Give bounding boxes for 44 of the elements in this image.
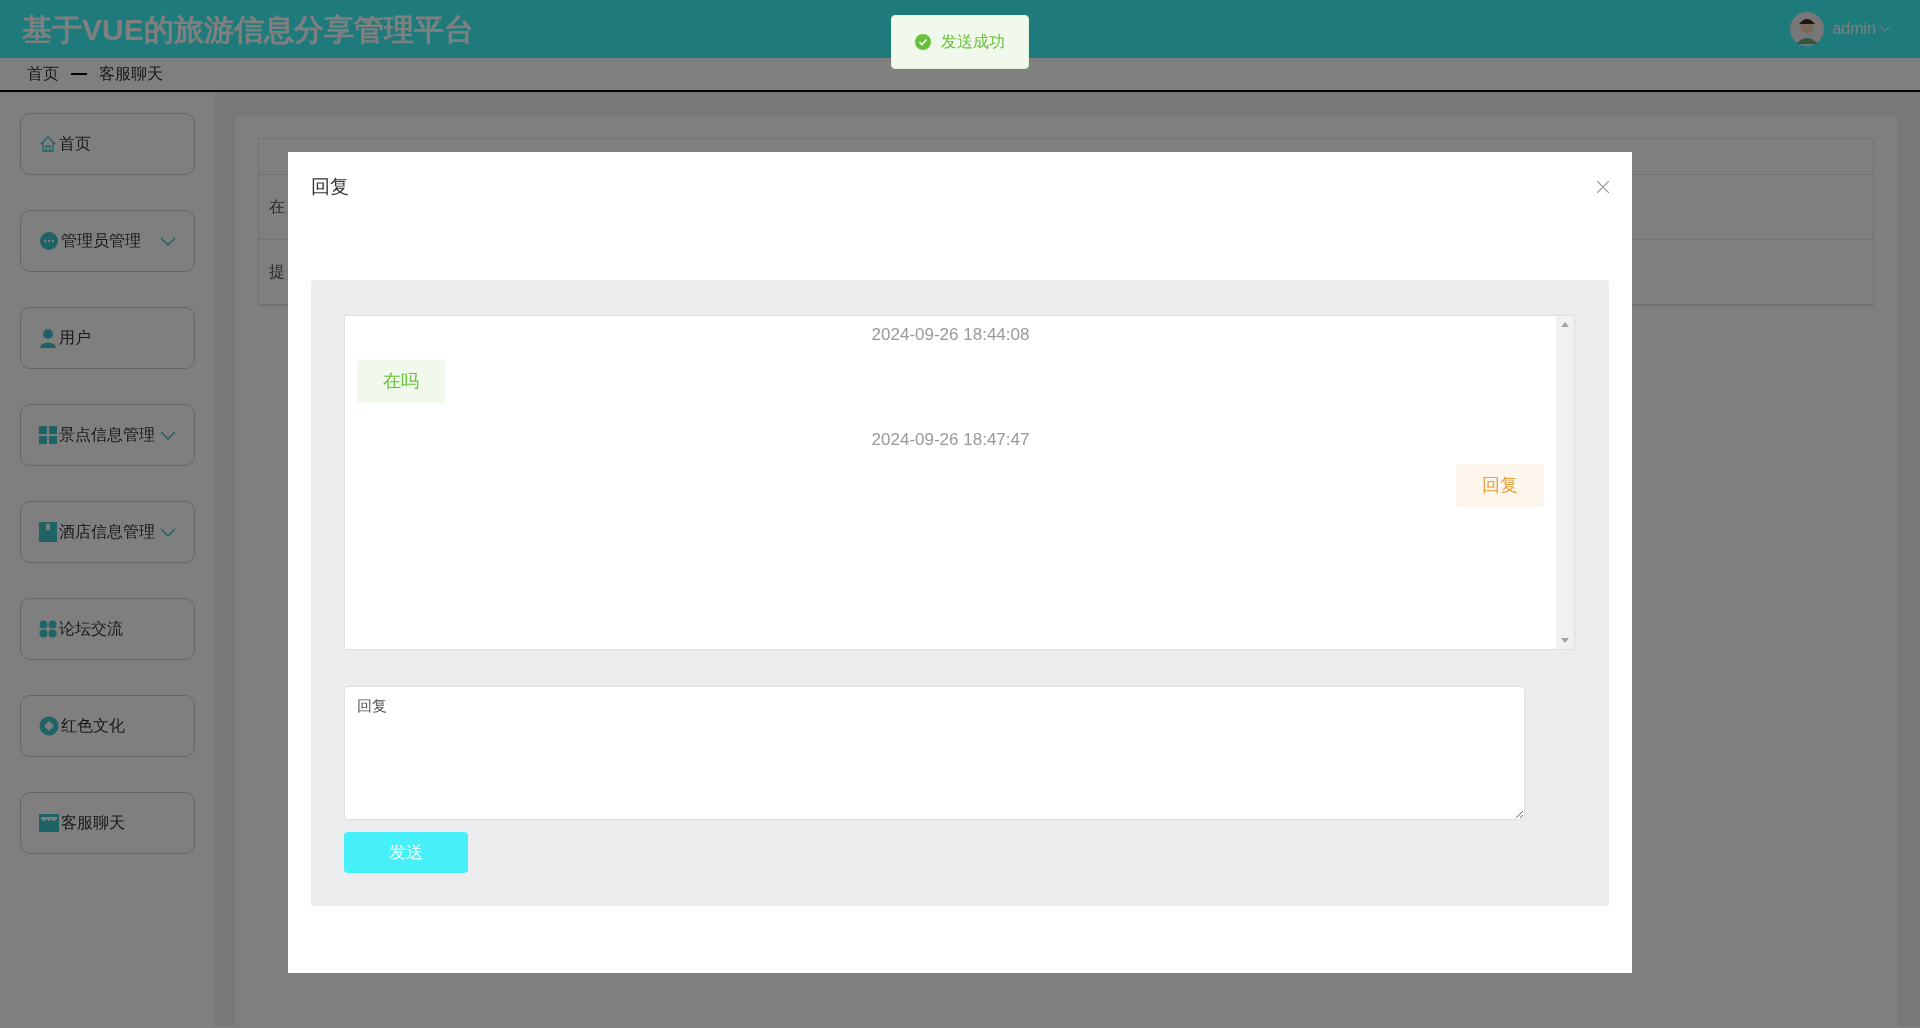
toast-message: 发送成功 bbox=[941, 32, 1005, 52]
clover-icon bbox=[39, 620, 57, 638]
dialog-title: 回复 bbox=[311, 174, 349, 199]
sidebar-item[interactable]: 管理员管理 bbox=[20, 210, 195, 272]
scroll-up-icon[interactable] bbox=[1561, 322, 1569, 327]
message-time: 2024-09-26 18:47:47 bbox=[871, 428, 1030, 451]
shop-icon bbox=[39, 814, 59, 832]
sidebar-label: 酒店信息管理 bbox=[59, 522, 155, 542]
check-circle-icon bbox=[915, 34, 931, 50]
table-cell-text: 在 bbox=[269, 197, 285, 217]
sidebar-label: 论坛交流 bbox=[59, 619, 123, 639]
sidebar-label: 管理员管理 bbox=[61, 231, 141, 251]
scrollbar[interactable] bbox=[1556, 316, 1574, 649]
chevron-down-icon bbox=[1880, 26, 1890, 32]
sidebar-label: 红色文化 bbox=[61, 716, 125, 736]
more-icon bbox=[39, 231, 59, 251]
sidebar-item[interactable]: 首页 bbox=[20, 113, 195, 175]
close-icon[interactable] bbox=[1597, 181, 1609, 193]
sidebar-item[interactable]: 景点信息管理 bbox=[20, 404, 195, 466]
avatar-icon bbox=[1790, 12, 1825, 46]
compass-icon bbox=[39, 716, 59, 736]
breadcrumb-item[interactable]: 首页 bbox=[27, 62, 59, 86]
message-time: 2024-09-26 18:44:08 bbox=[871, 324, 1030, 346]
table-cell-text: 提 bbox=[269, 262, 285, 282]
sidebar-item[interactable]: 论坛交流 bbox=[20, 598, 195, 660]
bookmark-icon bbox=[39, 522, 57, 542]
sidebar-label: 客服聊天 bbox=[61, 813, 125, 833]
user-icon bbox=[39, 328, 57, 348]
sidebar-item[interactable]: 红色文化 bbox=[20, 695, 195, 757]
breadcrumb-item[interactable]: 客服聊天 bbox=[99, 62, 163, 86]
grid-icon bbox=[39, 426, 57, 444]
scroll-down-icon[interactable] bbox=[1561, 638, 1569, 643]
sidebar-label: 首页 bbox=[59, 134, 91, 154]
sidebar-item[interactable]: 酒店信息管理 bbox=[20, 501, 195, 563]
sidebar-item[interactable]: 客服聊天 bbox=[20, 792, 195, 854]
sidebar-item[interactable]: 用户 bbox=[20, 307, 195, 369]
message-bubble: 回复 bbox=[1456, 464, 1544, 507]
message-bubble: 在吗 bbox=[357, 359, 445, 403]
app-title: 基于VUE的旅游信息分享管理平台 bbox=[22, 11, 474, 48]
breadcrumb-separator bbox=[71, 73, 87, 75]
home-icon bbox=[39, 135, 57, 153]
reply-field[interactable]: 回复 bbox=[344, 686, 1525, 820]
sidebar-label: 用户 bbox=[59, 328, 91, 348]
sidebar-label: 景点信息管理 bbox=[59, 425, 155, 445]
